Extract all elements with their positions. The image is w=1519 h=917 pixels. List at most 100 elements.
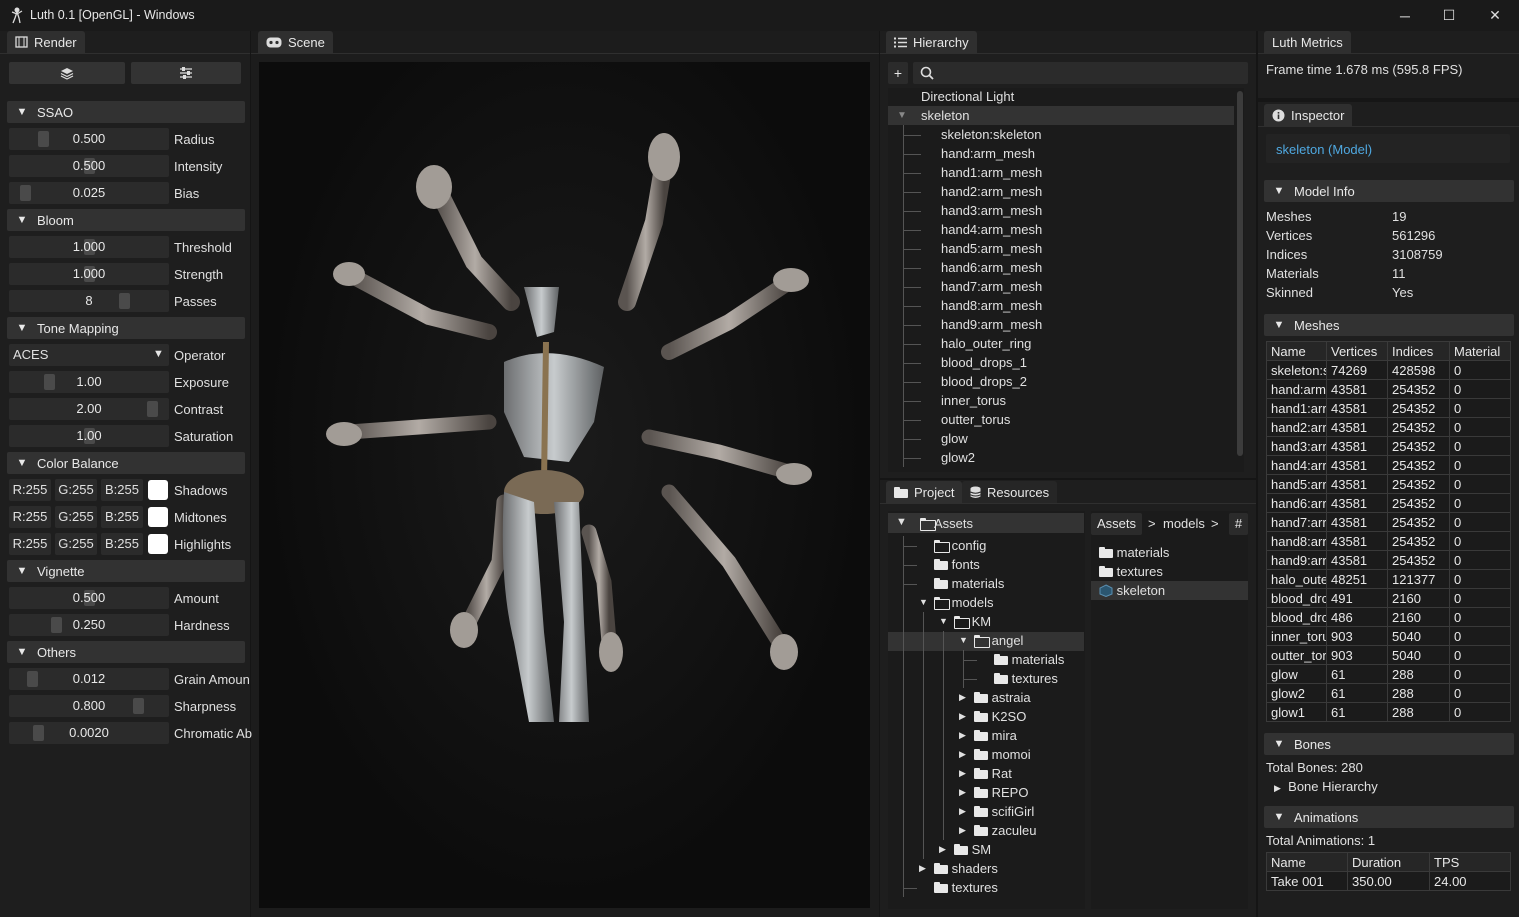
folder-item[interactable]: fonts bbox=[934, 557, 980, 572]
hierarchy-item[interactable]: glow bbox=[941, 431, 968, 446]
folder-item[interactable]: textures bbox=[934, 880, 998, 895]
mesh-row[interactable]: skeleton:s 74269 428598 0 bbox=[1266, 360, 1511, 380]
hierarchy-item[interactable]: hand6:arm_mesh bbox=[941, 260, 1042, 275]
file-item[interactable]: textures bbox=[1099, 564, 1163, 579]
slider[interactable]: 0.250 bbox=[9, 614, 169, 636]
folder-item[interactable]: angel bbox=[974, 633, 1023, 648]
animation-row[interactable]: Take 001 350.00 24.00 bbox=[1266, 871, 1511, 891]
hierarchy-item[interactable]: hand1:arm_mesh bbox=[941, 165, 1042, 180]
mesh-row[interactable]: hand1:arr 43581 254352 0 bbox=[1266, 398, 1511, 418]
section-colorbalance[interactable]: ▼ Color Balance bbox=[7, 452, 245, 474]
operator-select[interactable]: ACES bbox=[9, 344, 169, 366]
mesh-row[interactable]: outter_tor 903 5040 0 bbox=[1266, 645, 1511, 665]
tab-render[interactable]: Render bbox=[7, 31, 85, 53]
hierarchy-item[interactable]: Directional Light bbox=[921, 89, 1014, 104]
tab-inspector[interactable]: Inspector bbox=[1264, 104, 1353, 126]
folder-item[interactable]: textures bbox=[994, 671, 1058, 686]
hierarchy-item[interactable]: inner_torus bbox=[941, 393, 1006, 408]
slider[interactable]: 0.0020 bbox=[9, 722, 169, 744]
slider[interactable]: 0.012 bbox=[9, 668, 169, 690]
folder-item[interactable]: models bbox=[934, 595, 994, 610]
hierarchy-item[interactable]: skeleton:skeleton bbox=[941, 127, 1041, 142]
layers-button[interactable] bbox=[9, 62, 125, 84]
mesh-row[interactable]: hand9:arr 43581 254352 0 bbox=[1266, 550, 1511, 570]
slider[interactable]: 1.00 bbox=[9, 425, 169, 447]
hierarchy-item[interactable]: hand:arm_mesh bbox=[941, 146, 1035, 161]
color-g-field[interactable]: G:255 bbox=[55, 479, 97, 501]
file-item[interactable]: skeleton bbox=[1099, 583, 1165, 598]
mesh-row[interactable]: halo_oute 48251 121377 0 bbox=[1266, 569, 1511, 589]
mesh-row[interactable]: hand4:arr 43581 254352 0 bbox=[1266, 455, 1511, 475]
minimize-button[interactable]: ─ bbox=[1382, 0, 1428, 31]
folder-item[interactable]: shaders bbox=[934, 861, 998, 876]
hierarchy-search-input[interactable] bbox=[913, 62, 1248, 84]
folder-item[interactable]: K2SO bbox=[974, 709, 1026, 724]
close-button[interactable]: ✕ bbox=[1472, 0, 1518, 31]
folder-item[interactable]: REPO bbox=[974, 785, 1028, 800]
hierarchy-item[interactable]: hand5:arm_mesh bbox=[941, 241, 1042, 256]
file-item[interactable]: materials bbox=[1099, 545, 1169, 560]
mesh-row[interactable]: hand7:arr 43581 254352 0 bbox=[1266, 512, 1511, 532]
hierarchy-item[interactable]: hand8:arm_mesh bbox=[941, 298, 1042, 313]
color-r-field[interactable]: R:255 bbox=[9, 506, 51, 528]
mesh-row[interactable]: hand3:arr 43581 254352 0 bbox=[1266, 436, 1511, 456]
scene-viewport[interactable] bbox=[259, 62, 870, 908]
folder-item[interactable]: SM bbox=[954, 842, 991, 857]
slider[interactable]: 8 bbox=[9, 290, 169, 312]
hierarchy-item[interactable]: hand4:arm_mesh bbox=[941, 222, 1042, 237]
color-b-field[interactable]: B:255 bbox=[101, 479, 143, 501]
table-header[interactable]: Vertices bbox=[1326, 341, 1388, 361]
tab-project[interactable]: Project bbox=[886, 481, 963, 503]
bone-hierarchy-node[interactable]: ▶ Bone Hierarchy bbox=[1274, 779, 1378, 794]
folder-item[interactable]: materials bbox=[934, 576, 1004, 591]
slider[interactable]: 0.500 bbox=[9, 128, 169, 150]
breadcrumb-assets[interactable]: Assets bbox=[1091, 513, 1142, 535]
color-b-field[interactable]: B:255 bbox=[101, 533, 143, 555]
color-b-field[interactable]: B:255 bbox=[101, 506, 143, 528]
table-header[interactable]: Indices bbox=[1387, 341, 1450, 361]
slider[interactable]: 0.500 bbox=[9, 587, 169, 609]
mesh-row[interactable]: hand:arm 43581 254352 0 bbox=[1266, 379, 1511, 399]
tab-scene[interactable]: Scene bbox=[258, 31, 333, 53]
color-g-field[interactable]: G:255 bbox=[55, 506, 97, 528]
hierarchy-item[interactable]: hand7:arm_mesh bbox=[941, 279, 1042, 294]
slider[interactable]: 0.800 bbox=[9, 695, 169, 717]
hierarchy-item[interactable]: halo_outer_ring bbox=[941, 336, 1031, 351]
mesh-row[interactable]: blood_drc 486 2160 0 bbox=[1266, 607, 1511, 627]
section-vignette[interactable]: ▼ Vignette bbox=[7, 560, 245, 582]
slider[interactable]: 1.000 bbox=[9, 236, 169, 258]
hierarchy-item[interactable]: glow2 bbox=[941, 450, 975, 465]
grid-toggle-button[interactable]: # bbox=[1229, 513, 1248, 535]
settings-button[interactable] bbox=[131, 62, 241, 84]
folder-item[interactable]: Rat bbox=[974, 766, 1012, 781]
tab-luth-metrics[interactable]: Luth Metrics bbox=[1264, 31, 1351, 53]
hierarchy-scrollbar[interactable] bbox=[1237, 91, 1243, 456]
folder-item[interactable]: mira bbox=[974, 728, 1017, 743]
table-header[interactable]: TPS bbox=[1429, 852, 1511, 872]
mesh-row[interactable]: inner_toru 903 5040 0 bbox=[1266, 626, 1511, 646]
table-header[interactable]: Name bbox=[1266, 341, 1327, 361]
breadcrumb-models[interactable]: models bbox=[1163, 516, 1205, 531]
section-tonemap[interactable]: ▼ Tone Mapping bbox=[7, 317, 245, 339]
maximize-button[interactable]: ☐ bbox=[1426, 0, 1472, 31]
hierarchy-item[interactable]: blood_drops_1 bbox=[941, 355, 1027, 370]
mesh-row[interactable]: glow2 61 288 0 bbox=[1266, 683, 1511, 703]
slider[interactable]: 1.00 bbox=[9, 371, 169, 393]
color-swatch[interactable] bbox=[148, 534, 168, 554]
section-animations[interactable]: ▼ Animations bbox=[1264, 806, 1514, 828]
mesh-row[interactable]: hand6:arr 43581 254352 0 bbox=[1266, 493, 1511, 513]
folder-item[interactable]: astraia bbox=[974, 690, 1031, 705]
table-header[interactable]: Material bbox=[1449, 341, 1511, 361]
slider[interactable]: 0.500 bbox=[9, 155, 169, 177]
hierarchy-item[interactable]: blood_drops_2 bbox=[941, 374, 1027, 389]
section-bones[interactable]: ▼ Bones bbox=[1264, 733, 1514, 755]
folder-item[interactable]: KM bbox=[954, 614, 991, 629]
add-entity-button[interactable]: + bbox=[888, 62, 908, 84]
hierarchy-item[interactable]: hand9:arm_mesh bbox=[941, 317, 1042, 332]
section-ssao[interactable]: ▼ SSAO bbox=[7, 101, 245, 123]
tab-resources[interactable]: Resources bbox=[962, 481, 1058, 503]
color-r-field[interactable]: R:255 bbox=[9, 479, 51, 501]
color-swatch[interactable] bbox=[148, 507, 168, 527]
section-meshes[interactable]: ▼ Meshes bbox=[1264, 314, 1514, 336]
slider[interactable]: 2.00 bbox=[9, 398, 169, 420]
